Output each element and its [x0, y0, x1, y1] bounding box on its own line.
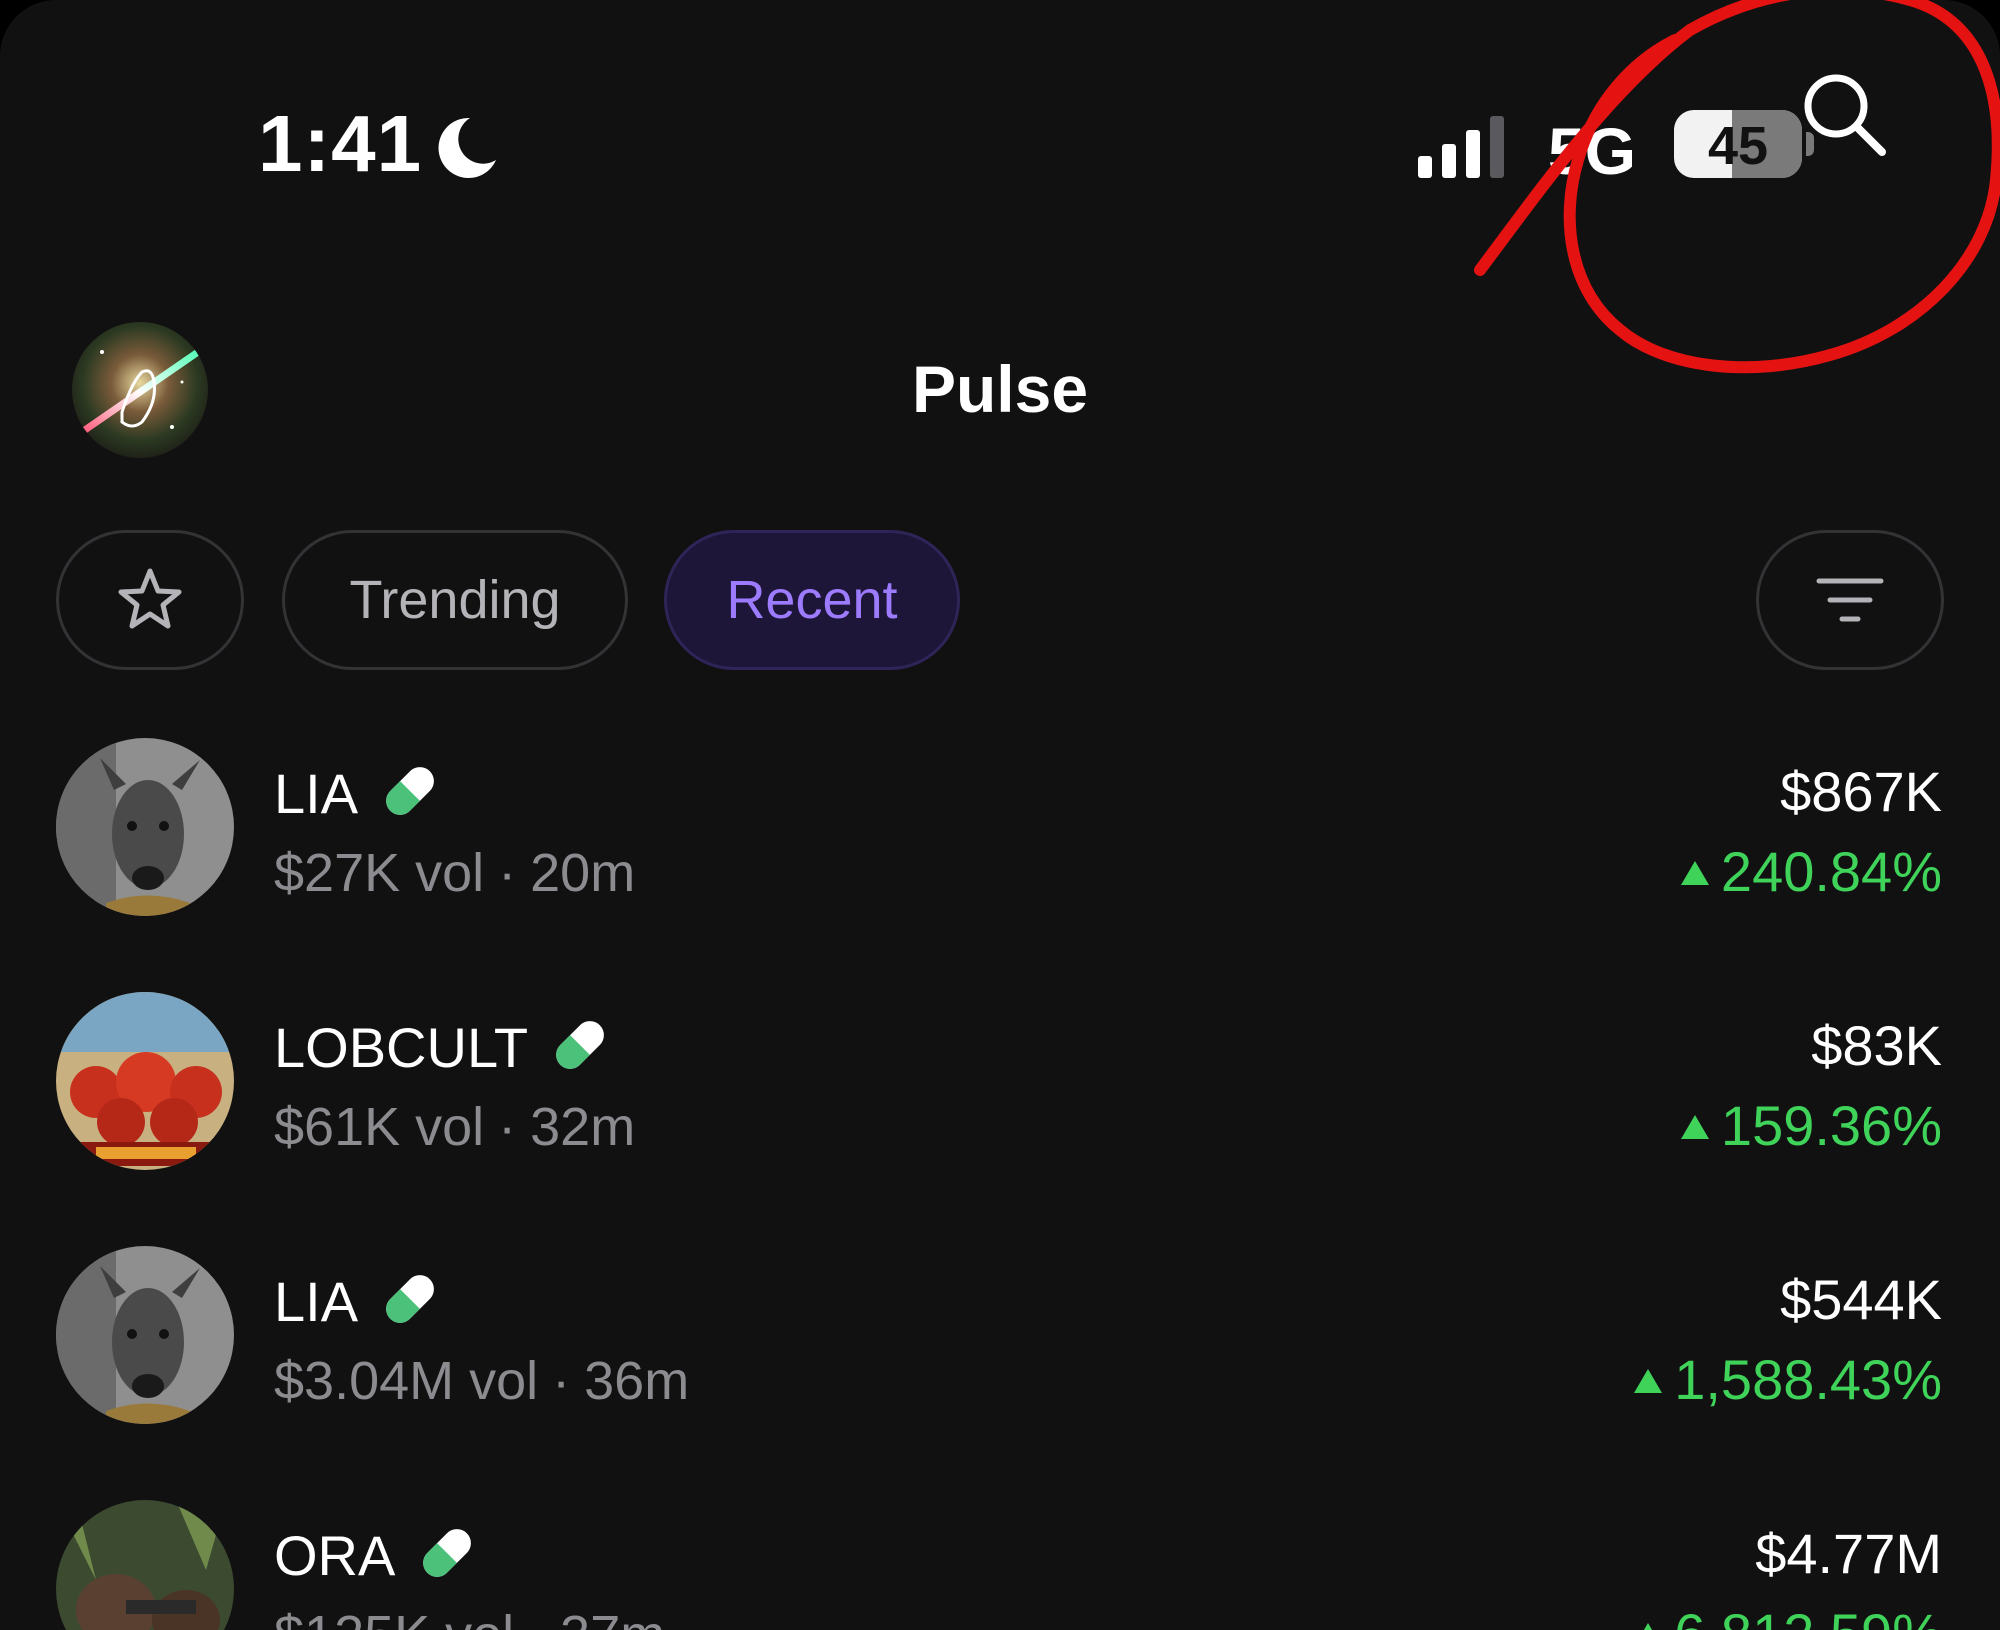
token-volume: $3.04M vol: [274, 1351, 539, 1411]
token-volume: $27K vol: [274, 843, 485, 903]
token-row[interactable]: ORA $125K vol · 37m $4.77M 6,812.59%: [0, 1500, 2000, 1630]
meta-separator: ·: [498, 843, 517, 903]
up-arrow-icon: [1634, 1369, 1663, 1393]
token-change: 240.84%: [1720, 840, 1942, 903]
filter-icon: [1816, 578, 1884, 622]
pill-icon: [386, 767, 434, 816]
dog-avatar-image: [56, 738, 234, 916]
token-avatar: [56, 992, 234, 1170]
token-name: LIA: [274, 1270, 359, 1333]
token-age: 32m: [530, 1097, 636, 1157]
token-age: 36m: [584, 1351, 690, 1411]
signal-icon: [1418, 116, 1504, 178]
pill-icon: [423, 1529, 472, 1578]
token-change-wrap: 240.84%: [1680, 844, 1942, 900]
token-volume: $61K vol: [274, 1097, 485, 1157]
token-name-wrap: ORA: [274, 1528, 481, 1587]
token-market-cap: $544K: [1780, 1268, 1942, 1331]
token-row[interactable]: LIA $3.04M vol · 36m $544K 1,588.43%: [0, 1246, 2000, 1446]
token-market-cap: $4.77M: [1755, 1522, 1942, 1585]
meta-separator: ·: [528, 1605, 546, 1630]
battery-level: 45: [1707, 116, 1769, 176]
red-annotation-mark: [1474, 0, 2000, 374]
meta-separator: ·: [498, 1097, 517, 1157]
lobster-avatar-image: [56, 992, 234, 1170]
search-button[interactable]: [1796, 66, 1892, 162]
token-meta: $61K vol · 32m: [274, 1100, 635, 1154]
tab-trending[interactable]: Trending: [282, 530, 628, 670]
token-avatar: [56, 738, 234, 916]
token-avatar: [56, 1500, 234, 1630]
battery-indicator: 45: [1674, 110, 1802, 178]
token-meta: $27K vol · 20m: [274, 846, 635, 900]
token-market-cap: $83K: [1811, 1014, 1942, 1077]
token-age: 20m: [530, 843, 636, 903]
token-row[interactable]: LIA $27K vol · 20m $867K 240.84%: [0, 738, 2000, 938]
token-change: 6,812.59%: [1674, 1602, 1942, 1630]
up-arrow-icon: [1680, 1115, 1709, 1139]
token-change: 1,588.43%: [1674, 1348, 1942, 1411]
token-name-wrap: LOBCULT: [274, 1020, 614, 1079]
pill-icon: [386, 1275, 434, 1324]
pill-icon: [556, 1021, 605, 1070]
token-market-cap: $867K: [1780, 760, 1942, 823]
meta-separator: ·: [552, 1351, 571, 1411]
moon-icon: [438, 117, 496, 178]
token-volume: $125K vol: [274, 1605, 514, 1630]
page-title: Pulse: [911, 352, 1089, 426]
token-name: LIA: [274, 762, 359, 825]
tab-recent[interactable]: Recent: [664, 530, 960, 670]
token-name-wrap: LIA: [274, 1274, 444, 1333]
token-meta: $3.04M vol · 36m: [274, 1354, 689, 1408]
token-name: ORA: [274, 1524, 396, 1587]
star-icon: [118, 568, 182, 629]
status-time: 1:41: [258, 99, 423, 188]
up-arrow-icon: [1680, 861, 1709, 885]
search-icon: [1804, 74, 1886, 156]
network-type: 5G: [1548, 114, 1637, 188]
token-change-wrap: 1,588.43%: [1634, 1352, 1942, 1408]
token-meta: $125K vol · 37m: [274, 1608, 665, 1630]
token-age: 37m: [560, 1605, 665, 1630]
token-change-wrap: 159.36%: [1680, 1098, 1942, 1154]
dog-avatar-image: [56, 1246, 234, 1424]
token-row[interactable]: LOBCULT $61K vol · 32m $83K 159.36%: [0, 992, 2000, 1192]
token-avatar: [56, 1246, 234, 1424]
favorites-tab[interactable]: [56, 530, 244, 670]
token-change: 159.36%: [1720, 1094, 1942, 1157]
up-arrow-icon: [1634, 1623, 1663, 1630]
token-name-wrap: LIA: [274, 766, 444, 825]
filter-button[interactable]: [1756, 530, 1944, 670]
token-change-wrap: 6,812.59%: [1634, 1606, 1942, 1630]
monkey-avatar-image: [56, 1500, 234, 1630]
token-name: LOBCULT: [274, 1016, 529, 1079]
app-screen: 1:41 5G 45 Pulse Trending Recent LIA $27…: [0, 0, 2000, 1630]
